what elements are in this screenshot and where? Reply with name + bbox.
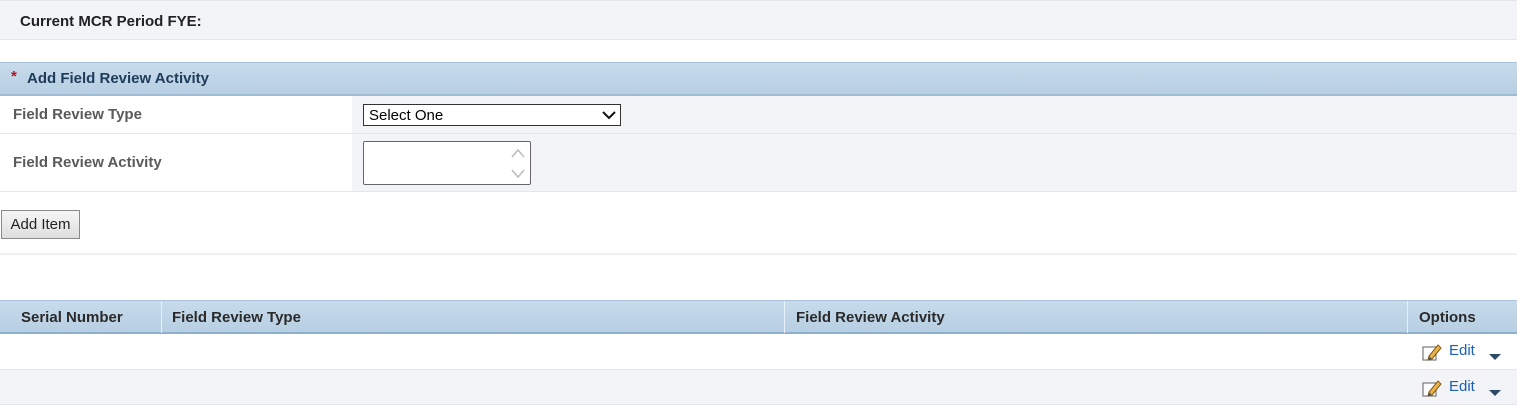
field-review-type-row: Field Review Type Select One xyxy=(0,96,1517,134)
field-review-type-value-cell: Select One xyxy=(352,96,1517,133)
edit-link[interactable]: Edit xyxy=(1449,342,1475,359)
grid-header: Serial Number Field Review Type Field Re… xyxy=(0,300,1517,334)
column-field-review-activity[interactable]: Field Review Activity xyxy=(785,301,1408,333)
add-field-review-header: * Add Field Review Activity xyxy=(0,62,1517,96)
field-review-activity-textarea[interactable] xyxy=(363,141,531,185)
chevron-down-icon xyxy=(602,111,616,120)
field-review-activity-label: Field Review Activity xyxy=(13,154,162,171)
scroll-up-icon[interactable] xyxy=(510,146,526,160)
table-row: Edit xyxy=(0,370,1517,405)
caret-down-icon[interactable] xyxy=(1489,353,1501,361)
mcr-period-label: Current MCR Period FYE: xyxy=(20,13,202,30)
required-marker: * xyxy=(11,68,17,85)
section-title: Add Field Review Activity xyxy=(27,70,209,87)
edit-link[interactable]: Edit xyxy=(1449,378,1475,395)
field-review-type-label: Field Review Type xyxy=(13,106,142,123)
caret-down-icon[interactable] xyxy=(1489,389,1501,397)
table-row: Edit xyxy=(0,334,1517,370)
field-review-type-label-cell: Field Review Type xyxy=(0,96,352,133)
pencil-edit-icon[interactable] xyxy=(1421,378,1443,398)
field-review-activity-row: Field Review Activity xyxy=(0,134,1517,192)
column-serial-number-label: Serial Number xyxy=(21,309,123,326)
column-serial-number[interactable]: Serial Number xyxy=(0,301,162,333)
column-options: Options xyxy=(1408,301,1517,333)
column-options-label: Options xyxy=(1419,309,1476,326)
mcr-period-bar: Current MCR Period FYE: xyxy=(0,0,1517,40)
field-review-activity-value-cell xyxy=(352,134,1517,191)
column-field-review-type-label: Field Review Type xyxy=(172,309,301,326)
pencil-edit-icon[interactable] xyxy=(1421,342,1443,362)
add-item-button[interactable]: Add Item xyxy=(1,210,80,239)
field-review-type-select[interactable]: Select One xyxy=(363,104,621,126)
section-divider xyxy=(0,253,1517,255)
column-field-review-activity-label: Field Review Activity xyxy=(796,309,945,326)
scroll-down-icon[interactable] xyxy=(510,167,526,181)
column-field-review-type[interactable]: Field Review Type xyxy=(162,301,785,333)
field-review-activity-label-cell: Field Review Activity xyxy=(0,134,352,191)
field-review-type-selected: Select One xyxy=(369,107,444,124)
